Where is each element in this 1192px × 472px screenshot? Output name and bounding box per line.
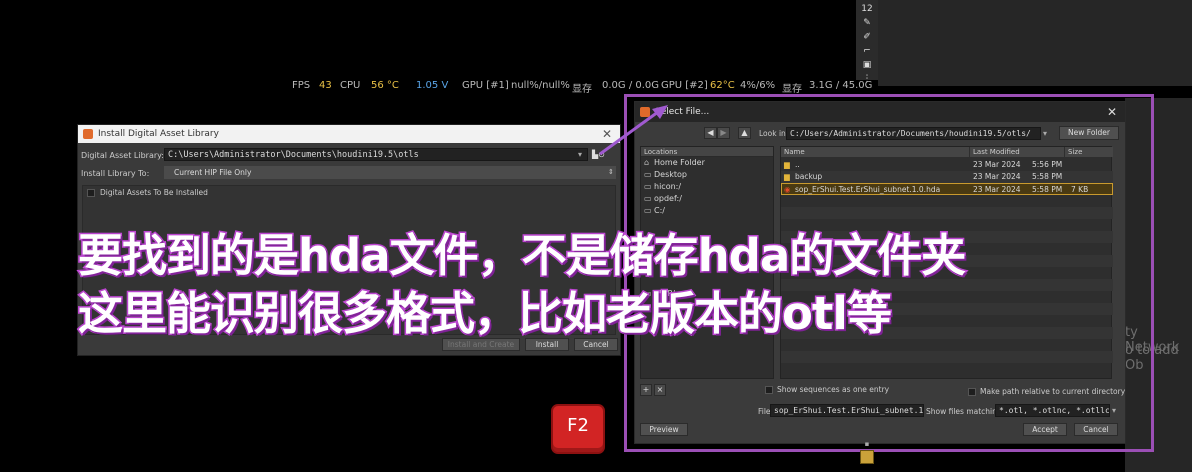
houdini-logo-icon [83,129,93,139]
vram1-value: 0.0G / 0.0G [602,80,660,91]
chevron-down-icon[interactable]: ▾ [578,148,582,161]
cpu-temp: 56 °C [371,80,399,91]
gpu1-usage: null%/null% [511,80,570,91]
small-icon: ▪ [864,440,870,448]
toolbar-icon-layer[interactable]: ▣ [861,60,873,70]
right-top-panel [878,0,1192,86]
vram1-label: 显存 [572,84,592,95]
cpu-label: CPU [340,80,361,91]
cpu-volt: 1.05 V [416,80,449,91]
grid-view-icon[interactable] [860,450,874,464]
vram2-label: 显存 [782,84,802,95]
toolbar-icon-brush[interactable]: ✐ [861,32,873,42]
annotation-arrow-icon [599,105,668,156]
bottom-icons: ▪ [858,440,876,472]
gpu2-label: GPU [#2] [661,80,708,91]
annotation-line-1: 要找到的是hda文件，不是储存hda的文件夹 [76,228,967,284]
screen: 12 ✎ ✐ ⌐ ▣ ⋮ ty Network o to add Ob FPS … [0,0,1192,472]
toolbar-icon-frame[interactable]: ⌐ [861,46,873,56]
gpu2-usage: 4%/6% [740,80,776,91]
gpu1-label: GPU [#1] [462,80,509,91]
fps-label: FPS [292,80,311,91]
vram2-value: 3.1G / 45.0G [809,80,873,91]
assets-list-header: Digital Assets To Be Installed [100,188,208,197]
annotation-line-2: 这里能识别很多格式，比如老版本的otl等 [77,286,894,342]
library-label: Digital Asset Library: [81,151,164,160]
fps-value: 43 [319,80,332,91]
f2-key-badge: F2 [551,404,605,454]
install-dialog-titlebar: Install Digital Asset Library ✕ [78,125,620,143]
side-toolbar: 12 ✎ ✐ ⌐ ▣ ⋮ [856,0,878,84]
gpu2-temp: 62°C [710,80,735,91]
install-to-label: Install Library To: [81,169,150,178]
toolbar-icon-paint[interactable]: ✎ [861,18,873,28]
install-dialog-title: Install Digital Asset Library [98,129,219,139]
install-to-combo[interactable]: Current HIP File Only [164,166,616,179]
library-path-field[interactable]: C:\Users\Administrator\Documents\houdini… [164,148,588,161]
select-all-checkbox[interactable] [87,189,95,197]
toolbar-icon-12[interactable]: 12 [861,4,873,14]
combo-arrows-icon: ⇕ [608,168,614,176]
